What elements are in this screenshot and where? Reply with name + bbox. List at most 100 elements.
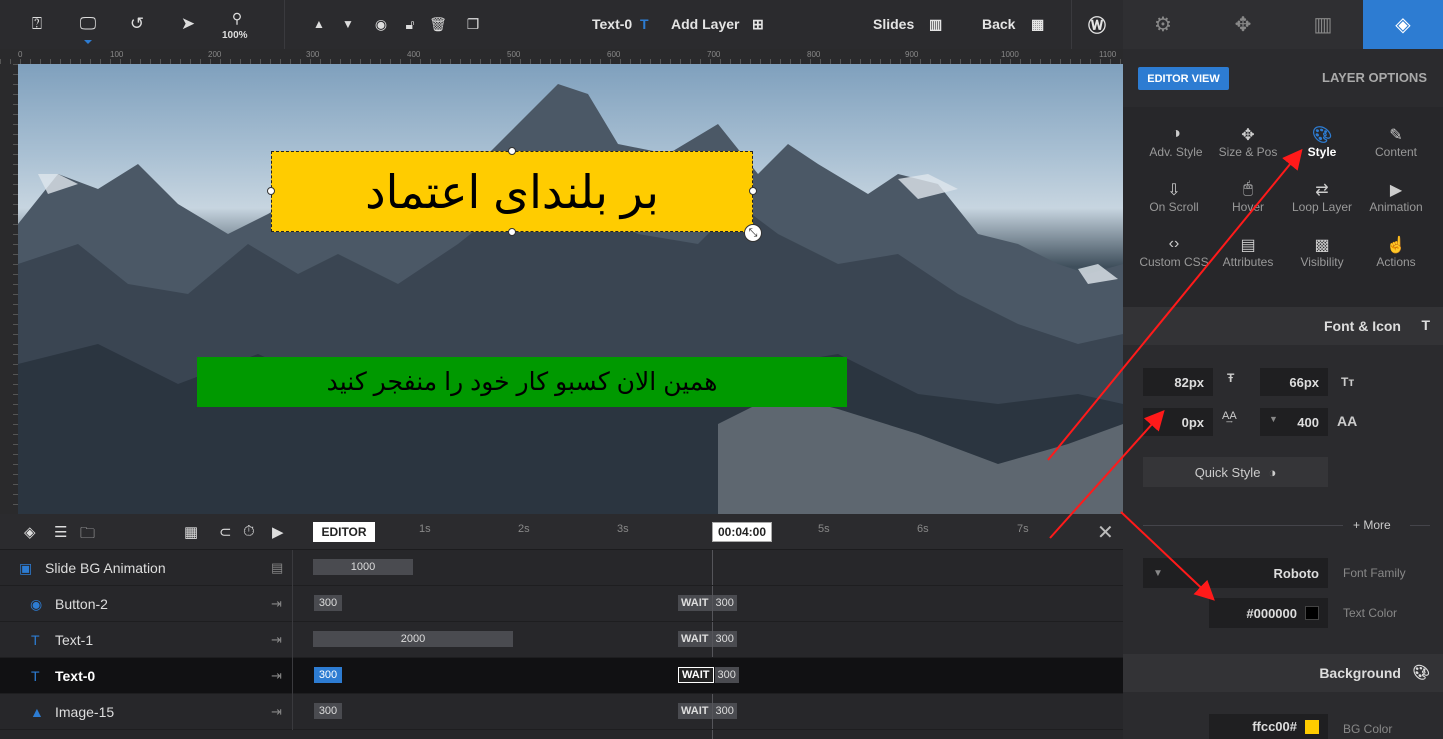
eye-icon[interactable]: ◉ — [368, 12, 394, 36]
quick-style-button[interactable]: Quick Style ◑ — [1143, 457, 1328, 487]
tab-style[interactable]: 🎨︎ Style — [1282, 115, 1362, 169]
resize-handle-right[interactable] — [749, 187, 757, 195]
ruler-mark: 400 — [407, 50, 421, 59]
navigation-icon[interactable]: ✥ — [1203, 0, 1283, 49]
tab-on-scroll[interactable]: ⇩ On Scroll — [1134, 170, 1214, 224]
current-layer-name[interactable]: Text-0 — [592, 16, 632, 32]
tab-actions[interactable]: ☝ Actions — [1356, 225, 1436, 279]
move-up-icon[interactable]: ▲ — [306, 12, 332, 36]
desktop-view-icon[interactable]: 🖵 — [75, 12, 101, 36]
tab-attributes[interactable]: ▤ Attributes — [1208, 225, 1288, 279]
background-section-header[interactable]: Background 🎨︎ — [1123, 654, 1443, 692]
wait-block[interactable]: WAIT 300 — [678, 595, 737, 611]
undo-icon[interactable]: ↺ — [124, 12, 150, 36]
vertical-ruler — [0, 64, 18, 514]
slides-button[interactable]: Slides — [873, 16, 914, 32]
add-layer-button[interactable]: Add Layer — [671, 16, 739, 32]
timeline-row[interactable]: T Text-1 ⇥ 2000 WAIT 300 — [0, 622, 1123, 658]
timeline-bar[interactable]: 300 — [314, 667, 342, 683]
bg-color-input[interactable]: ffcc00# — [1209, 714, 1328, 739]
timeline-row[interactable]: ◉ Button-2 ⇥ 300 WAIT 300 — [0, 586, 1123, 622]
grid-split-icon[interactable]: ▦ — [184, 523, 198, 541]
resize-handle-bottom[interactable] — [508, 228, 516, 236]
heading-text-layer[interactable]: بر بلندای اعتماد — [271, 151, 753, 232]
tab-content[interactable]: ✎ Content — [1356, 115, 1436, 169]
time-mark: 7s — [1017, 523, 1029, 535]
back-button[interactable]: Back — [982, 16, 1015, 32]
trash-icon[interactable]: 🗑︎ — [425, 12, 451, 36]
folder-icon[interactable]: 🗀 — [80, 523, 95, 548]
tab-hover[interactable]: 🖱︎ Hover — [1208, 170, 1288, 224]
current-time-display[interactable]: 00:04:00 — [712, 522, 772, 542]
text-t-icon: T — [1421, 317, 1430, 333]
timeline-bar[interactable]: 300 — [314, 703, 342, 719]
image-settings-icon[interactable]: ▤ — [271, 560, 283, 576]
align-end-icon[interactable]: ⇥ — [271, 596, 282, 612]
play-icon[interactable]: ▶ — [272, 523, 284, 541]
play-icon: ▶ — [1389, 182, 1403, 199]
timeline-row[interactable]: ▲ Image-15 ⇥ 300 WAIT 300 — [0, 694, 1123, 730]
resize-corner-icon[interactable]: ⤡ — [744, 224, 762, 242]
layer-options-title[interactable]: LAYER OPTIONS — [1322, 70, 1427, 85]
tab-animation[interactable]: ▶ Animation — [1356, 170, 1436, 224]
layers-icon[interactable]: ◈ — [24, 523, 36, 541]
font-size-input[interactable]: 82px — [1143, 368, 1213, 396]
tab-size-pos[interactable]: ✥ Size & Pos — [1208, 115, 1288, 169]
editor-view-button[interactable]: EDITOR VIEW — [1138, 67, 1229, 90]
settings-gear-icon[interactable]: ⚙ — [1123, 0, 1203, 49]
section-title: Background — [1319, 665, 1401, 681]
wait-block[interactable]: WAIT 300 — [678, 631, 737, 647]
time-mark: 5s — [818, 523, 830, 535]
align-end-icon[interactable]: ⇥ — [271, 704, 282, 720]
tab-custom-css[interactable]: ‹› Custom CSS — [1134, 225, 1214, 279]
editor-button[interactable]: EDITOR — [313, 522, 375, 542]
slides-icon[interactable]: ▥ — [929, 16, 942, 33]
help-icon[interactable]: ⍰ — [24, 12, 50, 36]
magnet-icon[interactable]: ⊂ — [219, 523, 232, 541]
add-layer-icon[interactable]: ⊞ — [752, 16, 764, 33]
layers-tab-icon[interactable]: ◈ — [1363, 0, 1443, 49]
wait-block[interactable]: WAIT 300 — [678, 703, 737, 719]
font-icon-section-header[interactable]: Font & Icon T — [1123, 307, 1443, 345]
tab-adv-style[interactable]: ◑ Adv. Style — [1136, 115, 1216, 169]
text-t-icon: T — [31, 668, 40, 684]
bg-color-swatch[interactable] — [1305, 719, 1319, 734]
image-icon: ▣ — [19, 560, 33, 576]
font-family-select[interactable]: Roboto — [1173, 558, 1328, 588]
resize-handle-left[interactable] — [267, 187, 275, 195]
wordpress-icon[interactable]: Ⓦ — [1088, 12, 1106, 38]
timeline-row[interactable]: ▣ Slide BG Animation ▤ 1000 — [0, 550, 1123, 586]
chevron-down-icon[interactable]: ▼ — [1143, 558, 1173, 588]
ruler-mark: 900 — [905, 50, 919, 59]
duplicate-icon[interactable]: ❐ — [460, 12, 486, 36]
align-end-icon[interactable]: ⇥ — [271, 632, 282, 648]
more-button[interactable]: + More — [1353, 518, 1391, 532]
slides-tab-icon[interactable]: ▥ — [1283, 0, 1363, 49]
tab-visibility[interactable]: ▩ Visibility — [1282, 225, 1362, 279]
zoom-icon[interactable]: ⚲ — [224, 6, 250, 30]
close-icon[interactable]: ✕ — [1097, 520, 1114, 545]
select-cursor-icon[interactable]: ➤ — [175, 12, 201, 36]
list-icon[interactable]: ☰ — [54, 523, 67, 541]
move-down-icon[interactable]: ▼ — [335, 12, 361, 36]
palette-icon: 🎨︎ — [1311, 127, 1333, 144]
align-end-icon[interactable]: ⇥ — [271, 668, 282, 684]
sub-text-layer[interactable]: همین الان کسبو کار خود را منفجر کنید — [197, 357, 847, 407]
line-height-input[interactable]: 66px — [1260, 368, 1328, 396]
stopwatch-icon[interactable]: ⏱︎ — [243, 523, 255, 540]
slide-canvas[interactable]: بر بلندای اعتماد ⤡ همین الان کسبو کار خو… — [18, 64, 1123, 514]
text-color-swatch[interactable] — [1305, 606, 1319, 620]
text-color-input[interactable]: #000000 — [1209, 598, 1328, 628]
letter-spacing-input[interactable]: 0px — [1143, 408, 1213, 436]
timeline-bar[interactable]: 300 — [314, 595, 342, 611]
layer-option-tabs: ◑ Adv. Style ✥ Size & Pos 🎨︎ Style ✎ Content… — [1123, 107, 1443, 307]
grid-icon[interactable]: ▦ — [1031, 16, 1044, 33]
wait-block[interactable]: WAIT 300 — [678, 667, 739, 683]
resize-handle-top[interactable] — [508, 147, 516, 155]
tab-loop-layer[interactable]: ⇄ Loop Layer — [1282, 170, 1362, 224]
timeline-bar[interactable]: 2000 — [313, 631, 513, 647]
zoom-level[interactable]: 100% — [222, 30, 248, 41]
timeline-bar[interactable]: 1000 — [313, 559, 413, 575]
lock-icon[interactable]: 🔓︎ — [397, 12, 423, 36]
timeline-row-active[interactable]: T Text-0 ⇥ 300 WAIT 300 — [0, 658, 1123, 694]
